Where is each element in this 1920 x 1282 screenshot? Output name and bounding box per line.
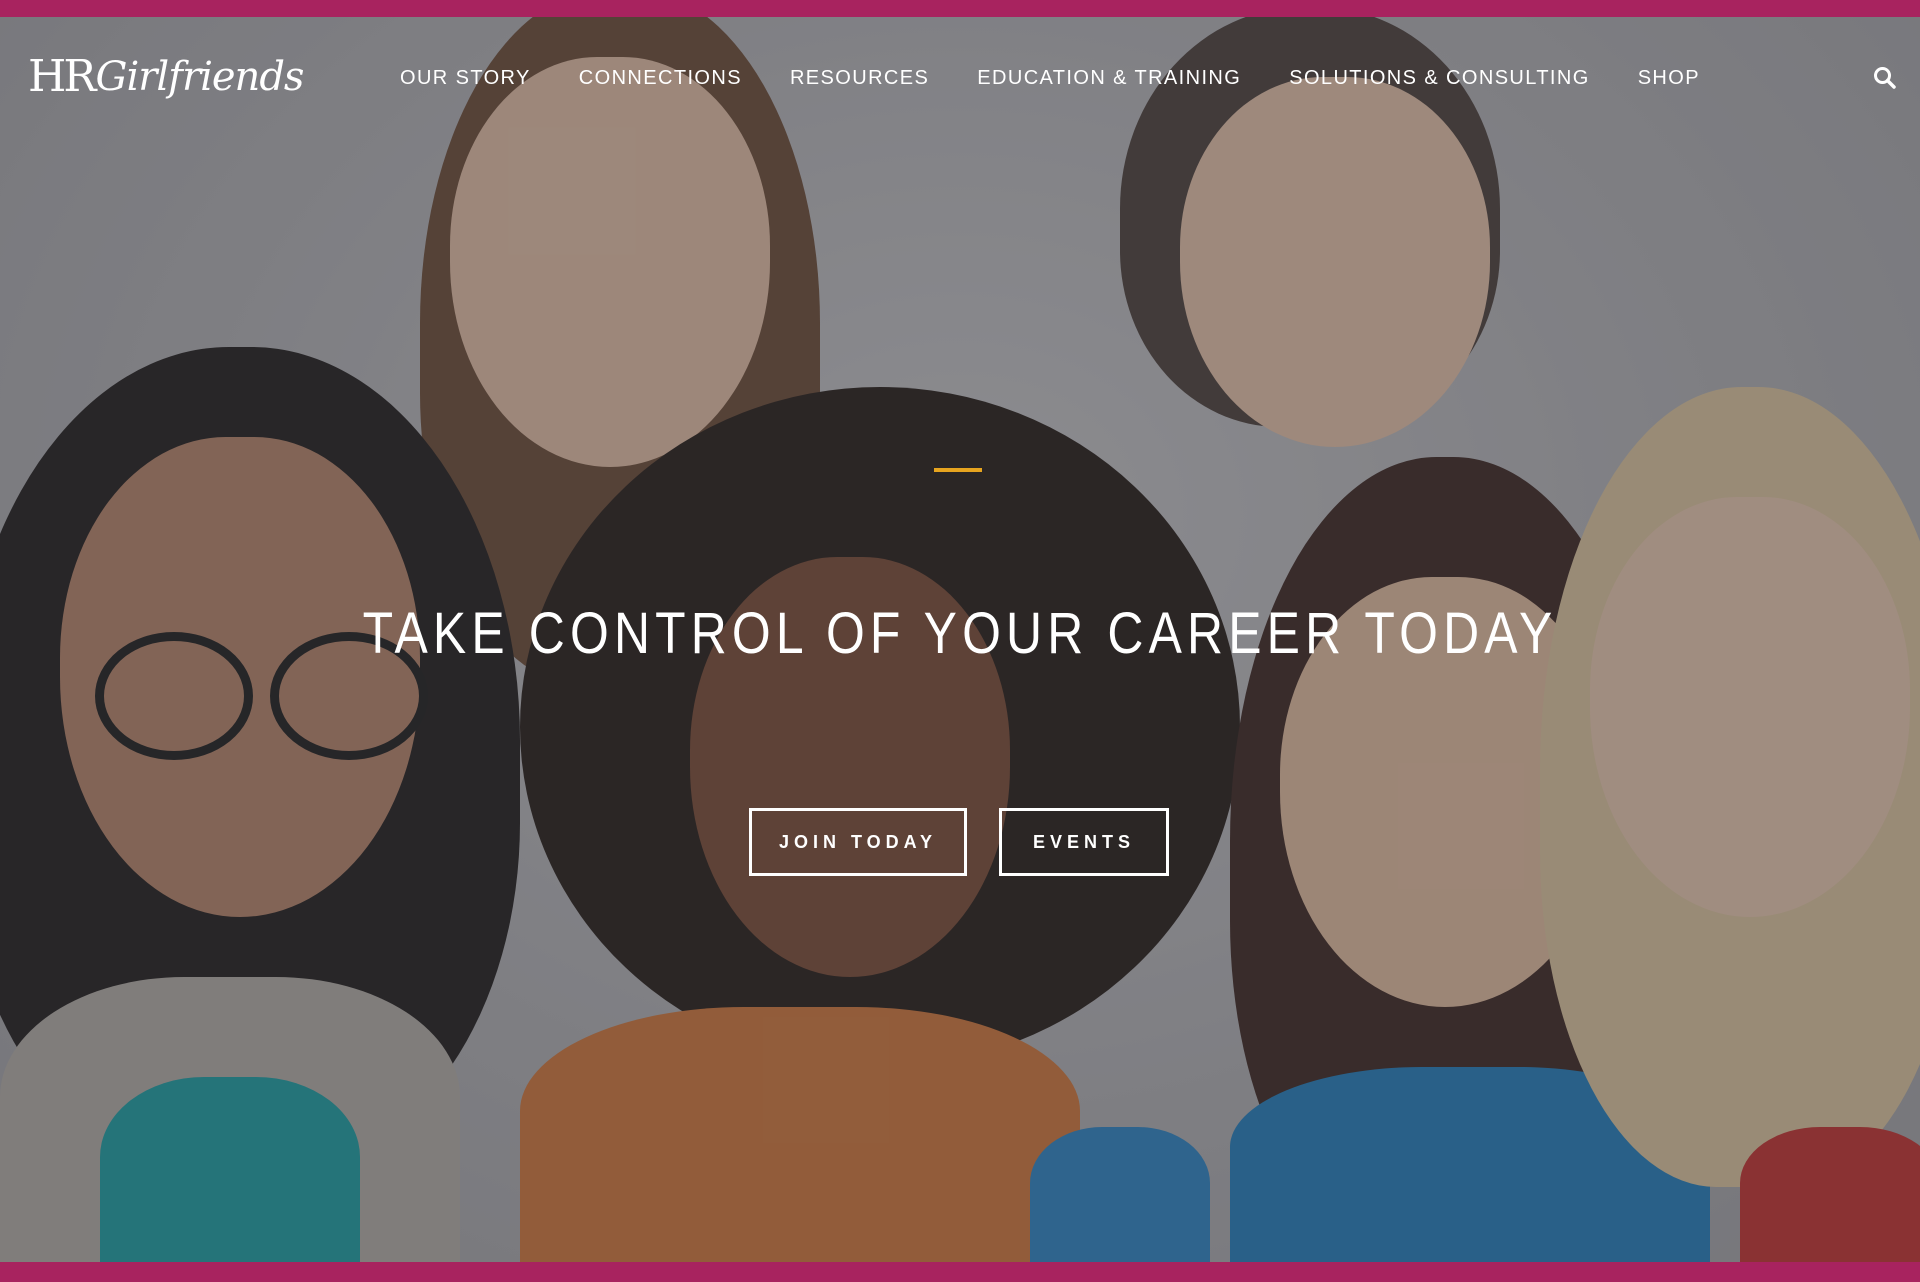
page: TAKE CONTROL OF YOUR CAREER TODAY JOIN T…	[0, 0, 1920, 1282]
logo-hr-text: HR	[28, 51, 96, 102]
nav-our-story[interactable]: OUR STORY	[400, 67, 531, 90]
headline-accent-line	[934, 468, 982, 472]
hero-headline: TAKE CONTROL OF YOUR CAREER TODAY	[362, 601, 1558, 666]
nav-resources[interactable]: RESOURCES	[790, 67, 929, 90]
events-button[interactable]: EVENTS	[999, 808, 1169, 876]
site-header: HR Girlfriends OUR STORY CONNECTIONS RES…	[0, 17, 1920, 137]
nav-shop[interactable]: SHOP	[1638, 67, 1700, 90]
top-accent-bar	[0, 0, 1920, 17]
nav-solutions-consulting[interactable]: SOLUTIONS & CONSULTING	[1289, 67, 1589, 90]
bottom-accent-bar	[0, 1262, 1920, 1282]
join-today-button[interactable]: JOIN TODAY	[749, 808, 967, 876]
main-navigation: OUR STORY CONNECTIONS RESOURCES EDUCATIO…	[400, 67, 1748, 90]
hero-banner: TAKE CONTROL OF YOUR CAREER TODAY JOIN T…	[0, 17, 1920, 1262]
logo-girlfriends-text: Girlfriends	[95, 54, 305, 100]
hrgirlfriends-logo[interactable]: HR Girlfriends	[22, 41, 304, 113]
nav-connections[interactable]: CONNECTIONS	[579, 67, 742, 90]
search-icon[interactable]	[1872, 65, 1898, 91]
nav-education-training[interactable]: EDUCATION & TRAINING	[977, 67, 1241, 90]
